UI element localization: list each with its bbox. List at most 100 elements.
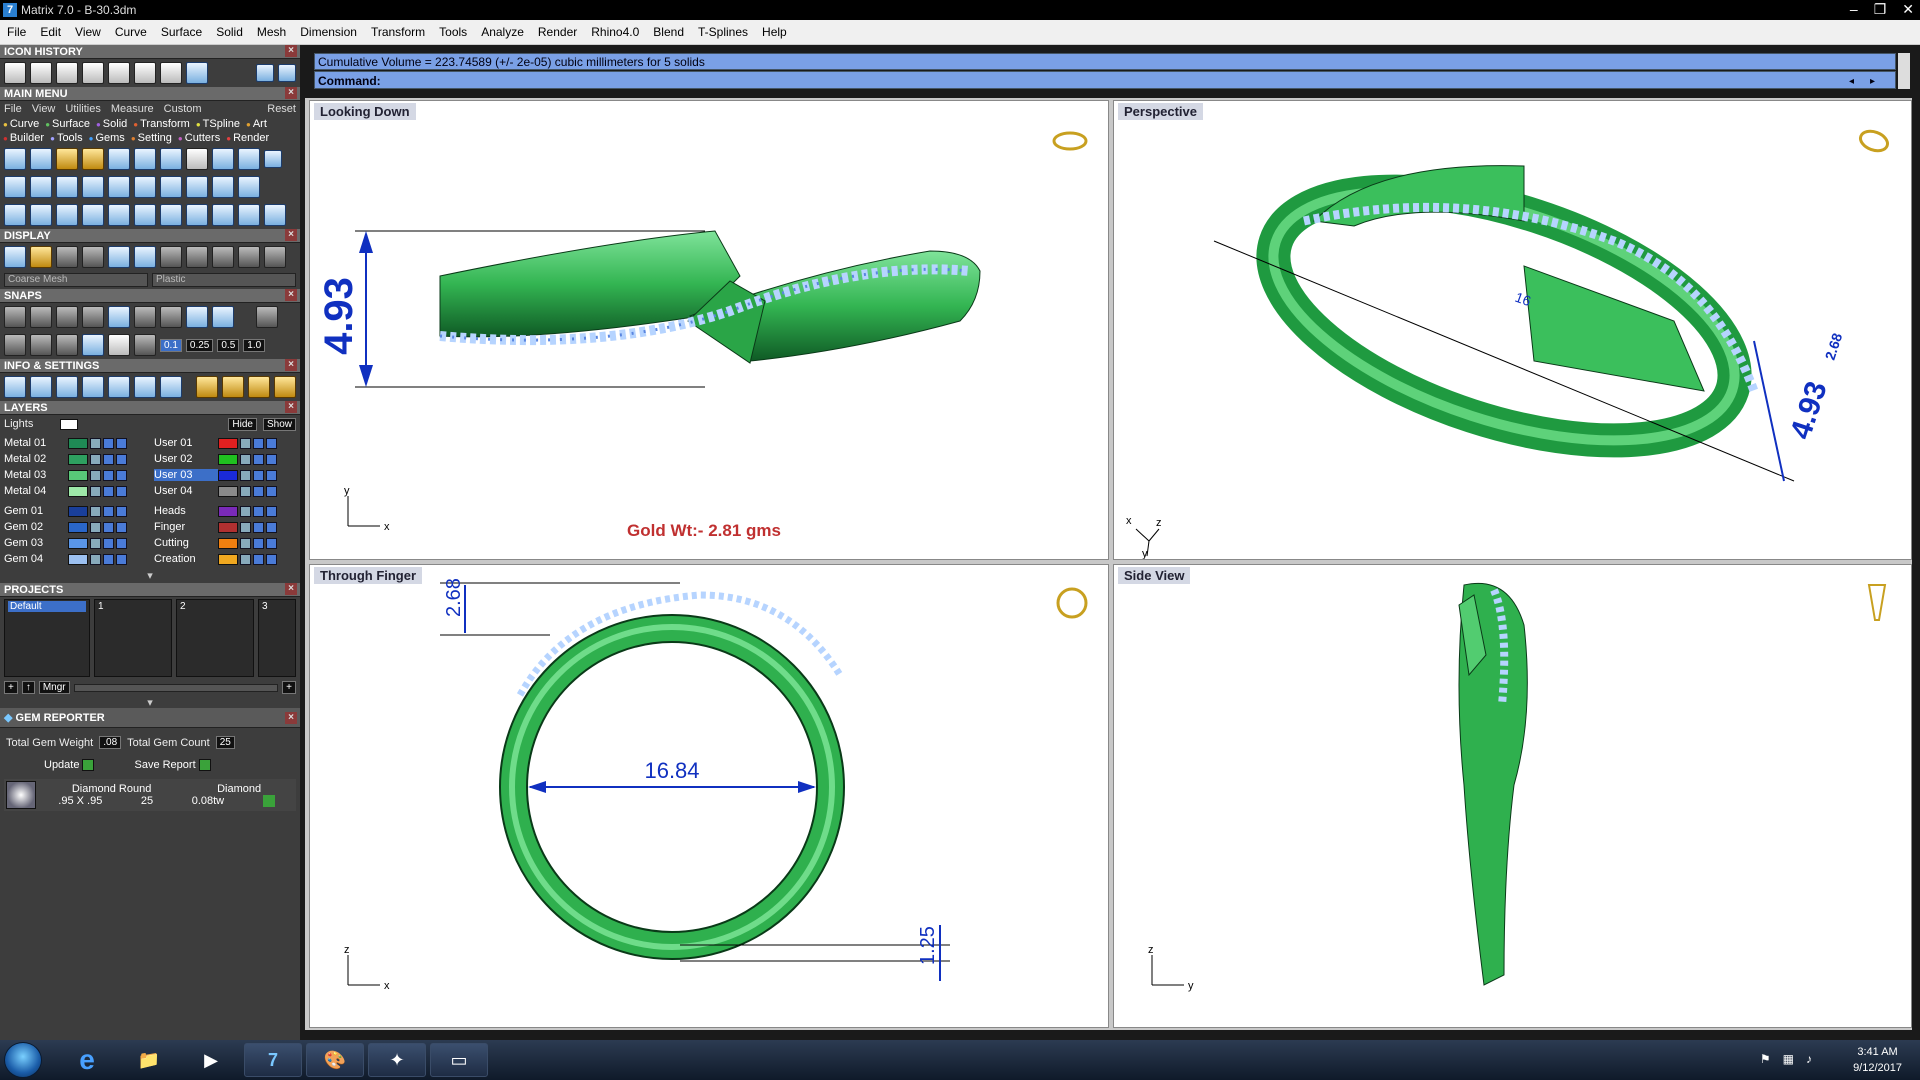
- transform-tool-icon[interactable]: [186, 204, 208, 226]
- menu-render[interactable]: Render: [531, 25, 584, 39]
- transform-tool-icon[interactable]: [4, 204, 26, 226]
- tolerance-10[interactable]: 1.0: [243, 338, 266, 352]
- category-tspline[interactable]: TSpline: [196, 118, 240, 130]
- close-icon[interactable]: ×: [285, 359, 297, 371]
- snap-icon[interactable]: [256, 306, 278, 328]
- menu-blend[interactable]: Blend: [646, 25, 691, 39]
- category-art[interactable]: Art: [246, 118, 267, 130]
- select-icon[interactable]: [116, 537, 127, 549]
- flag-icon[interactable]: ⚑: [1760, 1052, 1771, 1066]
- visibility-icon[interactable]: [253, 437, 264, 449]
- show-button[interactable]: Show: [262, 417, 296, 431]
- select-icon[interactable]: [266, 537, 277, 549]
- curve-tool-icon[interactable]: [160, 148, 182, 170]
- layer-row[interactable]: User 04: [154, 483, 296, 499]
- material-select[interactable]: Plastic: [152, 273, 296, 287]
- tolerance-025[interactable]: 0.25: [185, 338, 214, 352]
- visibility-icon[interactable]: [103, 537, 114, 549]
- close-icon[interactable]: ×: [285, 87, 297, 99]
- arrow-left-icon[interactable]: ◂: [1849, 73, 1854, 91]
- manager-button[interactable]: Mngr: [38, 681, 70, 694]
- move-up-icon[interactable]: ↑: [21, 681, 35, 694]
- select-icon[interactable]: [266, 469, 277, 481]
- transform-tool-icon[interactable]: [212, 204, 234, 226]
- project-slot[interactable]: 1: [94, 599, 172, 677]
- layer-color-swatch[interactable]: [68, 537, 88, 549]
- settings-icon[interactable]: [222, 376, 244, 398]
- select-icon[interactable]: [266, 453, 277, 465]
- clock[interactable]: 3:41 AM 9/12/2017: [1853, 1044, 1902, 1076]
- project-list[interactable]: Default: [4, 599, 90, 677]
- circle-icon[interactable]: [264, 204, 286, 226]
- menu-tools[interactable]: Tools: [432, 25, 474, 39]
- transform-tool-icon[interactable]: [82, 204, 104, 226]
- menu-help[interactable]: Help: [755, 25, 794, 39]
- snap-icon[interactable]: [108, 334, 130, 356]
- sphere-icon[interactable]: [212, 246, 234, 268]
- layer-color-swatch[interactable]: [218, 453, 238, 465]
- menu-tsplines[interactable]: T-Splines: [691, 25, 755, 39]
- visibility-icon[interactable]: [253, 553, 264, 565]
- layer-row[interactable]: Gem 02: [4, 519, 146, 535]
- sphere-icon[interactable]: [186, 246, 208, 268]
- select-icon[interactable]: [266, 485, 277, 497]
- layer-color-swatch[interactable]: [68, 553, 88, 565]
- category-tools[interactable]: Tools: [50, 132, 83, 144]
- snap-icon[interactable]: [82, 306, 104, 328]
- lock-icon[interactable]: [90, 537, 101, 549]
- curve-tool-icon[interactable]: [82, 148, 104, 170]
- projects-scrollbar[interactable]: [73, 683, 279, 692]
- info-icon[interactable]: [4, 376, 26, 398]
- expand-chevron-icon[interactable]: ▾: [0, 569, 300, 583]
- curve-tool-icon[interactable]: [212, 148, 234, 170]
- update-button[interactable]: Update: [44, 759, 95, 771]
- curve-tool-icon[interactable]: [56, 148, 78, 170]
- menu-analyze[interactable]: Analyze: [474, 25, 531, 39]
- submenu-custom[interactable]: Custom: [164, 103, 202, 115]
- close-icon[interactable]: ×: [285, 712, 297, 724]
- windows-start-icon[interactable]: [4, 1042, 42, 1078]
- gem-tool-icon[interactable]: [186, 176, 208, 198]
- display-mode-icon[interactable]: [108, 246, 130, 268]
- transform-tool-icon[interactable]: [30, 204, 52, 226]
- snap-icon[interactable]: [4, 306, 26, 328]
- snap-icon[interactable]: [56, 334, 78, 356]
- layer-color-swatch[interactable]: [218, 537, 238, 549]
- select-icon[interactable]: [266, 437, 277, 449]
- layer-row[interactable]: Cutting: [154, 535, 296, 551]
- layer-row[interactable]: Heads: [154, 503, 296, 519]
- visibility-icon[interactable]: [253, 505, 264, 517]
- layer-row[interactable]: Finger: [154, 519, 296, 535]
- category-solid[interactable]: Solid: [96, 118, 127, 130]
- settings-icon[interactable]: [248, 376, 270, 398]
- snap-icon[interactable]: [134, 334, 156, 356]
- layer-row[interactable]: Gem 01: [4, 503, 146, 519]
- history-icon[interactable]: [82, 62, 104, 84]
- open-folder-icon[interactable]: [186, 62, 208, 84]
- history-icon[interactable]: [134, 62, 156, 84]
- select-icon[interactable]: [266, 553, 277, 565]
- visibility-icon[interactable]: [103, 469, 114, 481]
- select-icon[interactable]: [116, 453, 127, 465]
- menu-surface[interactable]: Surface: [154, 25, 209, 39]
- add-project-icon[interactable]: +: [4, 681, 18, 694]
- category-builder[interactable]: Builder: [3, 132, 44, 144]
- arrow-left-icon[interactable]: [256, 64, 274, 82]
- category-curve[interactable]: Curve: [3, 118, 39, 130]
- project-default[interactable]: Default: [8, 601, 86, 612]
- lock-icon[interactable]: [240, 537, 251, 549]
- move-icon[interactable]: [108, 204, 130, 226]
- lock-icon[interactable]: [90, 505, 101, 517]
- grid-icon[interactable]: [4, 334, 26, 356]
- window-app-icon[interactable]: ▭: [430, 1043, 488, 1077]
- select-icon[interactable]: [116, 485, 127, 497]
- menu-transform[interactable]: Transform: [364, 25, 432, 39]
- matrix-taskbar-icon[interactable]: 7: [244, 1043, 302, 1077]
- gem-tool-icon[interactable]: [108, 176, 130, 198]
- layer-row[interactable]: Metal 03: [4, 467, 146, 483]
- layer-color-swatch[interactable]: [68, 521, 88, 533]
- layer-row[interactable]: Creation: [154, 551, 296, 567]
- snap-icon[interactable]: [212, 306, 234, 328]
- curve-tool-icon[interactable]: [30, 148, 52, 170]
- visibility-icon[interactable]: [103, 437, 114, 449]
